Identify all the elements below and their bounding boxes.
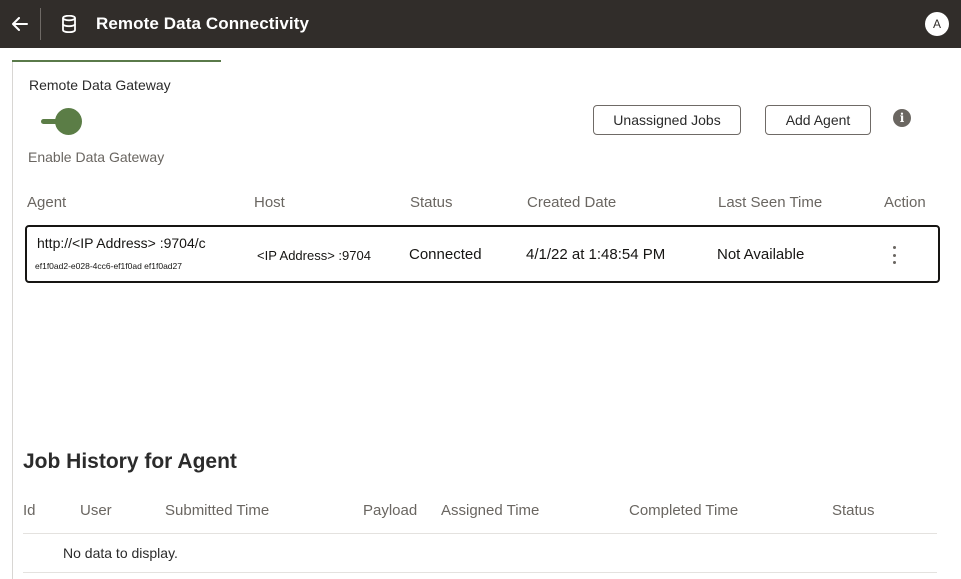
- job-column-user: User: [80, 502, 112, 519]
- job-column-submitted-time: Submitted Time: [165, 502, 270, 519]
- column-header-agent: Agent: [27, 194, 67, 211]
- agent-last-seen: Not Available: [717, 246, 805, 263]
- agent-table-row[interactable]: http://<IP Address> :9704/c ef1f0ad2-e02…: [25, 225, 940, 283]
- top-bar: Remote Data Connectivity A: [0, 0, 961, 48]
- add-agent-button[interactable]: Add Agent: [765, 105, 871, 135]
- column-header-host: Host: [254, 194, 285, 211]
- job-column-status: Status: [832, 502, 875, 519]
- empty-state-text: No data to display.: [63, 545, 178, 561]
- job-column-assigned-time: Assigned Time: [441, 502, 540, 519]
- job-column-payload: Payload: [363, 502, 418, 519]
- agent-host: <IP Address> :9704: [257, 248, 371, 263]
- agent-created-date: 4/1/22 at 1:48:54 PM: [526, 246, 666, 263]
- panel-left-rule: [12, 60, 13, 579]
- info-icon[interactable]: i: [893, 109, 911, 127]
- active-tab-indicator: [12, 60, 221, 62]
- column-header-created-date: Created Date: [527, 194, 617, 211]
- kebab-dot: [892, 246, 896, 249]
- agent-id: ef1f0ad2-e028-4cc6-ef1f0ad ef1f0ad27: [35, 261, 182, 271]
- kebab-dot: [892, 261, 896, 264]
- column-header-last-seen: Last Seen Time: [718, 194, 823, 211]
- agent-url: http://<IP Address> :9704/c: [37, 235, 206, 251]
- database-icon: [62, 14, 76, 38]
- job-column-id: Id: [23, 502, 36, 519]
- job-column-completed-time: Completed Time: [629, 502, 739, 519]
- gateway-section-title: Remote Data Gateway: [29, 77, 171, 93]
- page-title: Remote Data Connectivity: [96, 14, 310, 33]
- toggle-caption: Enable Data Gateway: [28, 149, 165, 165]
- toggle-knob: [55, 108, 82, 135]
- back-button[interactable]: [0, 0, 40, 48]
- column-header-action: Action: [884, 194, 926, 211]
- arrow-left-icon: [12, 17, 28, 31]
- enable-gateway-toggle[interactable]: [41, 108, 82, 136]
- job-history-title: Job History for Agent: [23, 450, 237, 473]
- column-header-status: Status: [410, 194, 453, 211]
- toolbar-divider: [40, 8, 41, 40]
- job-history-empty-row: No data to display.: [23, 533, 937, 573]
- agent-status: Connected: [409, 246, 482, 263]
- row-actions-menu-icon[interactable]: [887, 243, 901, 267]
- unassigned-jobs-button[interactable]: Unassigned Jobs: [593, 105, 741, 135]
- user-avatar[interactable]: A: [925, 12, 949, 36]
- kebab-dot: [892, 253, 896, 257]
